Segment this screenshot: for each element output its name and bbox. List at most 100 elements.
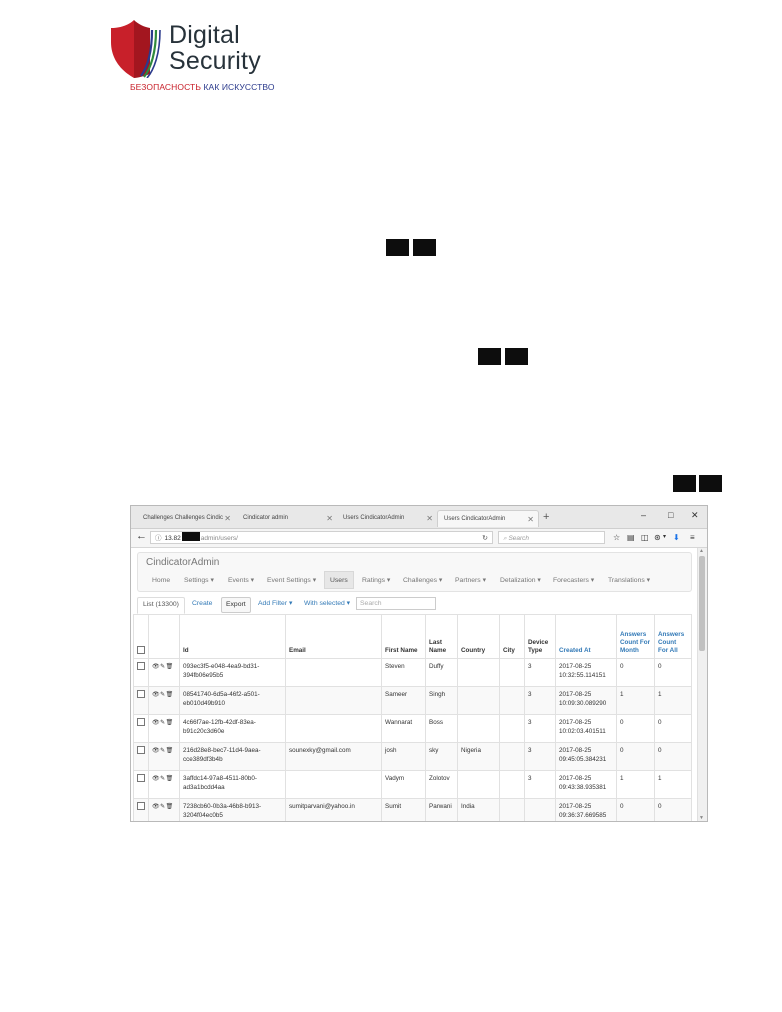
add-filter-dropdown[interactable]: Add Filter ▾ (258, 597, 292, 611)
page-scrollbar[interactable]: ▲ ▼ (697, 548, 707, 821)
column-header-country[interactable]: Country (457, 614, 500, 659)
extension-dropdown-icon[interactable]: ▾ (663, 531, 666, 544)
browser-tab[interactable]: Cindicator admin ✕ (237, 510, 337, 527)
cell-first-name: Wannarat (381, 714, 426, 743)
column-header-created-at[interactable]: Created At (555, 614, 617, 659)
reload-icon[interactable]: ↻ (482, 532, 488, 545)
cell-email: sumitparvani@yahoo.in (285, 798, 382, 821)
menu-translations[interactable]: Translations ▾ (608, 573, 650, 589)
address-toolbar: ← ⓘ 13.82 admin/users/ ↻ ⌕ Search ☆ ▤ ◫ ⊛ … (131, 529, 707, 548)
scroll-up-icon[interactable]: ▲ (699, 548, 704, 554)
cell-first-name: josh (381, 742, 426, 771)
select-all-checkbox[interactable] (137, 646, 145, 655)
cell-email (285, 658, 382, 687)
new-tab-button[interactable]: + (543, 510, 549, 524)
cell-country (457, 714, 500, 743)
view-eye-icon[interactable]: 👁 (152, 720, 160, 726)
hamburger-menu-icon[interactable]: ≡ (690, 531, 695, 544)
browser-tab[interactable]: Challenges Challenges Cindic ✕ (137, 510, 235, 527)
close-tab-icon[interactable]: ✕ (527, 511, 534, 527)
tab-list[interactable]: List (13300) (137, 597, 185, 614)
row-checkbox[interactable] (137, 802, 145, 811)
digital-security-logo: Digital Security БЕЗОПАСНОСТЬ КАК ИСКУСС… (108, 18, 275, 98)
table-row: 👁✎🗑 7238cb60-0b3a-46b8-b913-3204f04ec0b5 s… (133, 798, 692, 821)
menu-event-settings[interactable]: Event Settings ▾ (267, 573, 316, 589)
column-header-answers-all[interactable]: Answers Count For All (654, 614, 692, 659)
delete-trash-icon[interactable]: 🗑 (166, 664, 174, 670)
cell-last-name: Parwani (425, 798, 458, 821)
browser-search-field[interactable]: ⌕ Search (498, 531, 605, 544)
delete-trash-icon[interactable]: 🗑 (166, 776, 174, 782)
list-search-input[interactable]: Search (356, 597, 436, 610)
tab-label: Cindicator admin (243, 515, 289, 521)
cell-country (457, 770, 500, 799)
row-checkbox[interactable] (137, 774, 145, 783)
delete-trash-icon[interactable]: 🗑 (166, 692, 174, 698)
view-eye-icon[interactable]: 👁 (152, 692, 160, 698)
column-header-id[interactable]: Id (179, 614, 286, 659)
close-tab-icon[interactable]: ✕ (224, 510, 231, 527)
column-header-city[interactable]: City (499, 614, 525, 659)
cell-first-name: Sumit (381, 798, 426, 821)
close-window-button[interactable]: ✕ (691, 509, 699, 521)
scrollbar-thumb[interactable] (699, 556, 705, 651)
back-arrow-icon[interactable]: ← (136, 530, 147, 542)
row-checkbox[interactable] (137, 690, 145, 699)
pocket-icon[interactable]: ◫ (641, 531, 649, 544)
with-selected-dropdown[interactable]: With selected ▾ (304, 597, 350, 611)
column-header-device-type[interactable]: Device Type (524, 614, 556, 659)
close-tab-icon[interactable]: ✕ (326, 510, 333, 527)
menu-forecasters[interactable]: Forecasters ▾ (553, 573, 594, 589)
view-eye-icon[interactable]: 👁 (152, 776, 160, 782)
cell-created-at: 2017-08-25 09:45:05.384231 (555, 742, 617, 771)
row-actions: 👁✎🗑 (148, 798, 180, 821)
url-field[interactable]: ⓘ 13.82 admin/users/ ↻ (150, 531, 493, 544)
cell-first-name: Sameer (381, 686, 426, 715)
menu-challenges[interactable]: Challenges ▾ (403, 573, 442, 589)
menu-ratings[interactable]: Ratings ▾ (362, 573, 390, 589)
tab-label: Challenges Challenges Cindic (143, 515, 224, 521)
cell-id: 7238cb60-0b3a-46b8-b913-3204f04ec0b5 (179, 798, 286, 821)
reading-list-icon[interactable]: ▤ (627, 531, 635, 544)
menu-partners[interactable]: Partners ▾ (455, 573, 486, 589)
browser-tab-active[interactable]: Users CindicatorAdmin ✕ (437, 510, 539, 527)
browser-tab[interactable]: Users CindicatorAdmin ✕ (337, 510, 437, 527)
column-header-last-name[interactable]: Last Name (425, 614, 458, 659)
column-header-email[interactable]: Email (285, 614, 382, 659)
view-eye-icon[interactable]: 👁 (152, 804, 160, 810)
close-tab-icon[interactable]: ✕ (426, 510, 433, 527)
menu-users[interactable]: Users (324, 571, 354, 589)
cell-created-at: 2017-08-25 09:43:38.935381 (555, 770, 617, 799)
row-checkbox[interactable] (137, 662, 145, 671)
delete-trash-icon[interactable]: 🗑 (166, 748, 174, 754)
download-icon[interactable]: ⬇ (673, 531, 680, 544)
select-all-cell (133, 614, 149, 659)
export-button[interactable]: Export (221, 597, 251, 613)
info-icon[interactable]: ⓘ (155, 535, 162, 542)
view-eye-icon[interactable]: 👁 (152, 748, 160, 754)
menu-detalization[interactable]: Detalization ▾ (500, 573, 541, 589)
cell-city (499, 798, 525, 821)
scroll-down-icon[interactable]: ▼ (699, 815, 704, 821)
app-brand[interactable]: CindicatorAdmin (146, 557, 219, 568)
menu-settings[interactable]: Settings ▾ (184, 573, 214, 589)
cell-country (457, 686, 500, 715)
delete-trash-icon[interactable]: 🗑 (166, 804, 174, 810)
minimize-button[interactable]: – (641, 509, 646, 521)
delete-trash-icon[interactable]: 🗑 (166, 720, 174, 726)
view-eye-icon[interactable]: 👁 (152, 664, 160, 670)
extension-icon[interactable]: ⊛ (654, 531, 661, 544)
column-header-first-name[interactable]: First Name (381, 614, 426, 659)
menu-events[interactable]: Events ▾ (228, 573, 254, 589)
create-link[interactable]: Create (192, 597, 212, 611)
cell-answers-all: 0 (654, 658, 692, 687)
row-checkbox[interactable] (137, 746, 145, 755)
tab-bar: Challenges Challenges Cindic ✕ Cindicato… (131, 506, 707, 529)
menu-home[interactable]: Home (152, 573, 170, 589)
row-checkbox[interactable] (137, 718, 145, 727)
maximize-button[interactable]: □ (668, 509, 673, 521)
column-header-answers-month[interactable]: Answers Count For Month (616, 614, 655, 659)
cell-email (285, 686, 382, 715)
bookmark-star-icon[interactable]: ☆ (613, 531, 620, 544)
cell-answers-all: 1 (654, 770, 692, 799)
